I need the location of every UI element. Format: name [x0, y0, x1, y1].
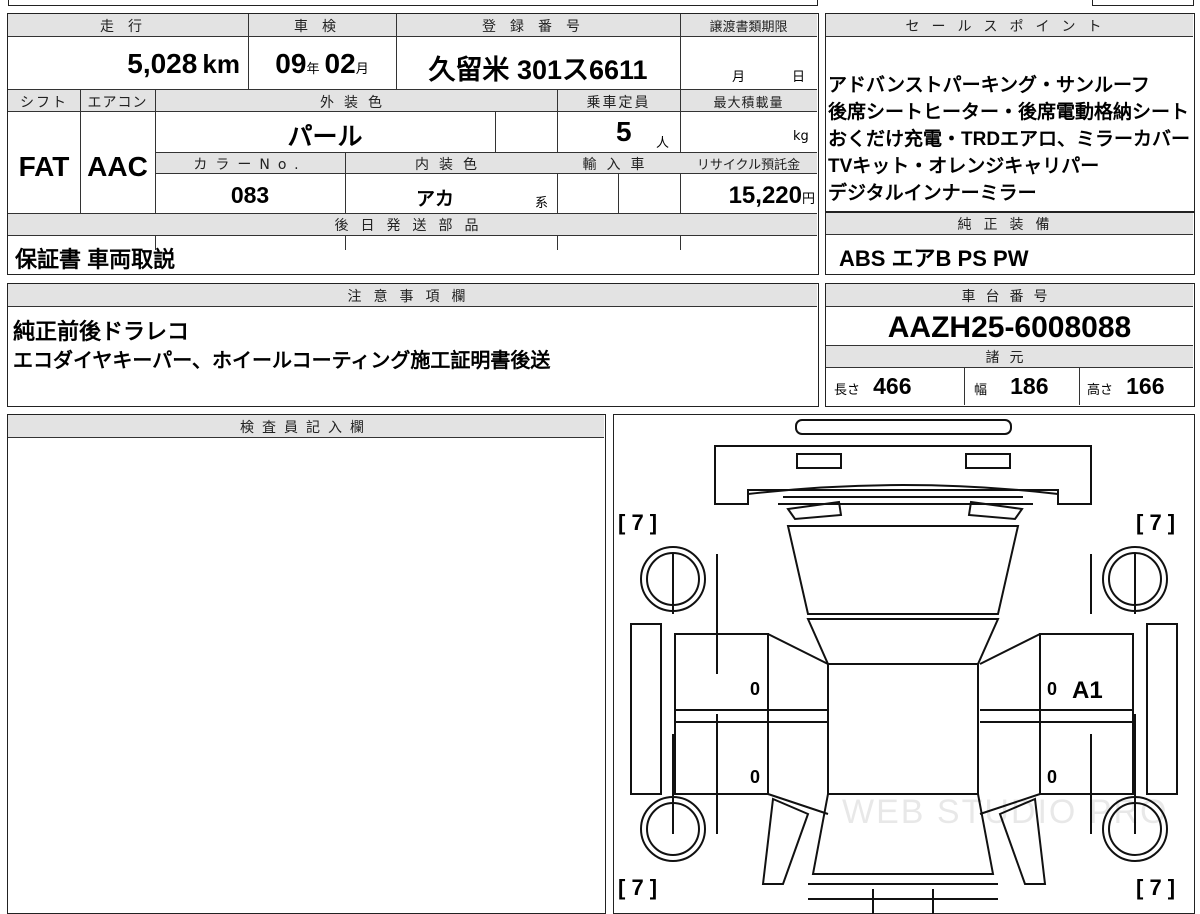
- recycle-label: リサイクル預託金: [696, 158, 801, 173]
- sales-point-line: TVキット・オレンジキャリパー: [828, 156, 1100, 177]
- transfer-day-unit: 日: [792, 70, 806, 85]
- genuine-equipment-box: 純正装備 ABS エアB PS PW: [825, 212, 1195, 275]
- max-load-label: 最大積載量: [713, 96, 784, 111]
- specs-title: 諸元: [985, 350, 1034, 366]
- chassis-box: 車台番号 AAZH25-6008088 諸元 長さ 466 幅 186 高さ 1…: [825, 283, 1195, 407]
- chassis-title: 車台番号: [961, 289, 1058, 305]
- bracket-front-left: [ 7 ]: [618, 510, 658, 535]
- rear-bumper: [808, 883, 998, 914]
- color-no-value: 083: [230, 182, 270, 208]
- width-label: 幅: [974, 383, 988, 398]
- left-side: [672, 554, 718, 834]
- shift-label: シフト: [20, 95, 68, 111]
- transfer-deadline-label: 譲渡書類期限: [709, 20, 788, 35]
- length-value: 466: [873, 373, 912, 399]
- sales-point-line: デジタルインナーミラー: [828, 183, 1037, 204]
- recycle-value: 15,220: [728, 182, 802, 209]
- inspector-title: 検査員記入欄: [240, 420, 372, 436]
- front-bumper-outline: [795, 419, 1012, 435]
- registration-value: 久留米 301ス6611: [428, 55, 648, 85]
- front-light-right: [965, 453, 1011, 469]
- door-rear-left-mark: 0: [750, 767, 761, 787]
- aircon-label: エアコン: [87, 95, 148, 111]
- front-end-outline: [714, 445, 1092, 505]
- top-cut-strip: [0, 0, 1200, 6]
- notes-line: エコダイヤキーパー、ホイールコーティング施工証明書後送: [13, 350, 551, 372]
- inspection-month: 02: [324, 48, 356, 79]
- capacity-label: 乗車定員: [586, 95, 651, 111]
- mileage-unit: km: [202, 49, 240, 79]
- sales-point-line: 後席シートヒーター・後席電動格納シート: [828, 102, 1190, 123]
- notes-title: 注意事項欄: [347, 289, 478, 305]
- recycle-unit: 円: [801, 192, 815, 207]
- notes-box: 注意事項欄 純正前後ドラレコ エコダイヤキーパー、ホイールコーティング施工証明書…: [7, 283, 819, 407]
- genuine-equipment-title: 純正装備: [957, 217, 1062, 233]
- mileage-label: 走行: [100, 19, 156, 35]
- interior-color-label: 内装色: [415, 157, 487, 173]
- genuine-equipment-value: ABS エアB PS PW: [839, 246, 1029, 271]
- bracket-front-right: [ 7 ]: [1136, 510, 1176, 535]
- car-diagram: [630, 419, 1178, 914]
- registration-label: 登録番号: [482, 19, 594, 35]
- vehicle-info-table: 走行 車検 登録番号 譲渡書類期限 5,028 km 09年 02月 久留米 3…: [7, 13, 819, 275]
- length-label: 長さ: [834, 383, 861, 398]
- exterior-color-value: パール: [287, 123, 363, 151]
- body-outline: [747, 484, 1059, 504]
- import-label: 輸入車: [582, 157, 655, 173]
- inspection-month-unit: 月: [355, 62, 369, 77]
- mileage-value: 5,028: [127, 48, 198, 79]
- shift-value: FAT: [18, 151, 70, 182]
- door-rear-right-mark: 0: [1047, 767, 1058, 787]
- aircon-value: AAC: [87, 151, 148, 182]
- width-value: 186: [1010, 373, 1049, 399]
- bracket-rear-left: [ 7 ]: [618, 875, 658, 900]
- hood: [786, 525, 1020, 615]
- front-light-left: [796, 453, 842, 469]
- watermark: WEB STUDIO PRO: [842, 793, 1169, 831]
- inspection-year: 09: [275, 48, 307, 79]
- roof: [827, 663, 979, 795]
- sales-points-list: アドバンストパーキング・サンルーフ 後席シートヒーター・後席電動格納シート おく…: [828, 72, 1193, 207]
- capacity-unit: 人: [656, 136, 670, 151]
- height-label: 高さ: [1087, 383, 1114, 398]
- later-parts-value: 保証書 車両取説: [15, 247, 176, 272]
- max-load-unit: kg: [793, 129, 809, 144]
- capacity-value: 5: [616, 116, 632, 147]
- sales-point-line: おくだけ充電・TRDエアロ、ミラーカバー: [828, 129, 1191, 150]
- bracket-rear-right: [ 7 ]: [1136, 875, 1176, 900]
- sales-point-line: アドバンストパーキング・サンルーフ: [828, 75, 1150, 96]
- interior-color-suffix: 系: [535, 196, 549, 211]
- later-parts-title: 後日発送部品: [334, 218, 491, 234]
- interior-color-value: アカ: [415, 189, 454, 210]
- color-no-label: カラーNo.: [193, 157, 307, 173]
- sales-points-title: セールスポイント: [905, 19, 1114, 35]
- notes-line: 純正前後ドラレコ: [13, 319, 190, 344]
- sales-points-box: セールスポイント アドバンストパーキング・サンルーフ 後席シートヒーター・後席電…: [825, 13, 1195, 212]
- inspector-box: 検査員記入欄: [7, 414, 606, 914]
- chassis-number: AAZH25-6008088: [887, 311, 1132, 344]
- door-front-left-mark: 0: [750, 679, 761, 699]
- door-front-right-mark: 0: [1047, 679, 1058, 699]
- exterior-color-label: 外装色: [320, 95, 392, 111]
- car-diagram-box: [ 7 ] [ 7 ] [ 7 ] [ 7 ] 0 0 0 0 A1 WEB S…: [613, 414, 1195, 914]
- inspection-label: 車検: [294, 19, 350, 35]
- inspection-year-unit: 年: [306, 62, 320, 77]
- grille: [778, 496, 1033, 505]
- transfer-month-unit: 月: [732, 70, 746, 85]
- damage-code: A1: [1072, 677, 1103, 704]
- windshield: [806, 618, 1000, 665]
- height-value: 166: [1126, 373, 1165, 399]
